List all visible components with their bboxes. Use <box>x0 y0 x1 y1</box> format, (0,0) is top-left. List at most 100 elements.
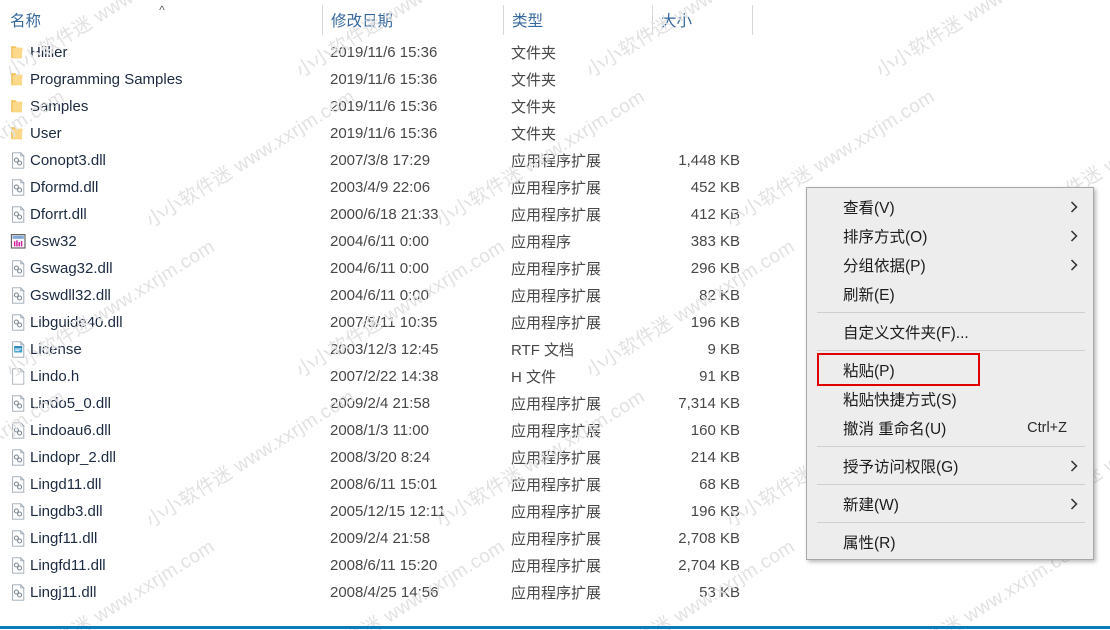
file-size <box>600 66 748 93</box>
menu-item[interactable]: 分组依据(P) <box>807 250 1093 279</box>
file-size: 296 KB <box>690 260 740 277</box>
column-divider[interactable] <box>322 5 323 35</box>
file-size: 1,448 KB <box>678 152 740 169</box>
file-date-modified: 2019/11/6 15:36 <box>330 98 438 115</box>
table-row[interactable]: Hillier 2019/11/6 15:36 文件夹 <box>0 39 760 66</box>
file-size: 196 KB <box>690 503 740 520</box>
table-row[interactable]: Lindo.h 2007/2/22 14:38 H 文件 91 KB <box>0 363 760 390</box>
file-name: Lingd11.dll <box>30 476 102 493</box>
file-size: 452 KB <box>690 179 740 196</box>
file-size: 9 KB <box>707 341 740 358</box>
file-date-modified: 2004/6/11 0:00 <box>330 287 429 304</box>
column-divider[interactable] <box>752 5 753 35</box>
table-row[interactable]: Samples 2019/11/6 15:36 文件夹 <box>0 93 760 120</box>
file-date-modified: 2007/3/8 17:29 <box>330 152 431 169</box>
menu-item-label: 新建(W) <box>843 496 899 514</box>
menu-item-label: 刷新(E) <box>843 286 895 304</box>
file-size: 214 KB <box>690 449 740 466</box>
table-row[interactable]: User 2019/11/6 15:36 文件夹 <box>0 120 760 147</box>
sort-ascending-caret-icon: ^ <box>159 3 165 17</box>
table-row[interactable]: Lingd11.dll 2008/6/11 15:01 应用程序扩展 68 KB <box>0 471 760 498</box>
file-name: Conopt3.dll <box>30 152 106 169</box>
menu-item-label: 粘贴(P) <box>843 362 895 380</box>
menu-item-label: 属性(R) <box>843 534 896 552</box>
table-row[interactable]: Lingdb3.dll 2005/12/15 12:11 应用程序扩展 196 KB <box>0 498 760 525</box>
file-date-modified: 2008/6/11 15:01 <box>330 476 438 493</box>
file-size: 2,708 KB <box>678 530 740 547</box>
column-header-date-modified[interactable]: 修改日期 <box>331 0 496 39</box>
column-header-name[interactable]: 名称 <box>10 0 155 39</box>
dll-icon <box>9 313 28 332</box>
menu-item[interactable]: 刷新(E) <box>807 279 1093 308</box>
table-row[interactable]: Lindo5_0.dll 2009/2/4 21:58 应用程序扩展 7,314 KB <box>0 390 760 417</box>
menu-item[interactable]: 新建(W) <box>807 489 1093 518</box>
column-header-size[interactable]: 大小 <box>661 0 746 39</box>
table-row[interactable]: Dformd.dll 2003/4/9 22:06 应用程序扩展 452 KB <box>0 174 760 201</box>
file-date-modified: 2003/12/3 12:45 <box>330 341 439 358</box>
menu-item[interactable]: 排序方式(O) <box>807 221 1093 250</box>
table-row[interactable]: Dforrt.dll 2000/6/18 21:33 应用程序扩展 412 KB <box>0 201 760 228</box>
context-menu[interactable]: 查看(V) 排序方式(O) 分组依据(P) 刷新(E) 自定义文件夹(F)... 粘贴(P… <box>806 187 1094 560</box>
menu-item[interactable]: 粘贴快捷方式(S) <box>807 384 1093 413</box>
file-name: User <box>30 125 62 142</box>
menu-item[interactable]: 撤消 重命名(U) Ctrl+Z <box>807 413 1093 442</box>
menu-item[interactable]: 自定义文件夹(F)... <box>807 317 1093 346</box>
bottom-accent-rule <box>0 626 1110 629</box>
table-row[interactable]: Programming Samples 2019/11/6 15:36 文件夹 <box>0 66 760 93</box>
folder-icon <box>9 97 28 116</box>
file-name: Programming Samples <box>30 71 183 88</box>
chevron-right-icon <box>1069 229 1079 243</box>
file-name: Gswag32.dll <box>30 260 113 277</box>
menu-item[interactable]: 查看(V) <box>807 192 1093 221</box>
file-size: 82 KB <box>699 287 740 304</box>
file-name: Libguide40.dll <box>30 314 123 331</box>
file-size <box>600 120 748 147</box>
chevron-right-icon <box>1069 200 1079 214</box>
column-header-type[interactable]: 类型 <box>512 0 647 39</box>
application-icon <box>9 232 28 251</box>
table-row[interactable]: Lingj11.dll 2008/4/25 14:56 应用程序扩展 53 KB <box>0 579 760 606</box>
dll-icon <box>9 178 28 197</box>
file-name: Samples <box>30 98 89 115</box>
table-row[interactable]: Conopt3.dll 2007/3/8 17:29 应用程序扩展 1,448 KB <box>0 147 760 174</box>
table-row[interactable]: Lingfd11.dll 2008/6/11 15:20 应用程序扩展 2,704 K… <box>0 552 760 579</box>
dll-icon <box>9 259 28 278</box>
table-row[interactable]: Gswag32.dll 2004/6/11 0:00 应用程序扩展 296 KB <box>0 255 760 282</box>
file-name: Lindo.h <box>30 368 80 385</box>
column-divider[interactable] <box>503 5 504 35</box>
dll-icon <box>9 151 28 170</box>
file-size: 7,314 KB <box>678 395 740 412</box>
dll-icon <box>9 421 28 440</box>
file-name: Dformd.dll <box>30 179 99 196</box>
menu-item[interactable]: 授予访问权限(G) <box>807 451 1093 480</box>
menu-item-label: 粘贴快捷方式(S) <box>843 391 957 409</box>
file-date-modified: 2019/11/6 15:36 <box>330 71 438 88</box>
file-date-modified: 2003/4/9 22:06 <box>330 179 431 196</box>
file-size <box>600 93 748 120</box>
file-size: 160 KB <box>690 422 740 439</box>
blank-file-icon <box>9 367 28 386</box>
menu-separator <box>817 484 1085 485</box>
file-date-modified: 2019/11/6 15:36 <box>330 125 438 142</box>
file-size <box>600 39 748 66</box>
table-row[interactable]: Libguide40.dll 2007/5/11 10:35 应用程序扩展 196 K… <box>0 309 760 336</box>
table-row[interactable]: Lindoau6.dll 2008/1/3 11:00 应用程序扩展 160 KB <box>0 417 760 444</box>
dll-icon <box>9 394 28 413</box>
chevron-right-icon <box>1069 459 1079 473</box>
file-name: Lindopr_2.dll <box>30 449 116 466</box>
table-row[interactable]: Lindopr_2.dll 2008/3/20 8:24 应用程序扩展 214 KB <box>0 444 760 471</box>
dll-icon <box>9 529 28 548</box>
menu-item[interactable]: 粘贴(P) <box>807 355 1093 384</box>
table-row[interactable]: Lingf11.dll 2009/2/4 21:58 应用程序扩展 2,708 KB <box>0 525 760 552</box>
table-row[interactable]: Gsw32 2004/6/11 0:00 应用程序 383 KB <box>0 228 760 255</box>
dll-icon <box>9 583 28 602</box>
table-row[interactable]: License 2003/12/3 12:45 RTF 文档 9 KB <box>0 336 760 363</box>
menu-item-label: 分组依据(P) <box>843 257 926 275</box>
file-name: Lingfd11.dll <box>30 557 106 574</box>
table-row[interactable]: Gswdll32.dll 2004/6/11 0:00 应用程序扩展 82 KB <box>0 282 760 309</box>
file-date-modified: 2000/6/18 21:33 <box>330 206 439 223</box>
menu-separator <box>817 312 1085 313</box>
file-name: Lingj11.dll <box>30 584 97 601</box>
column-divider[interactable] <box>652 5 653 35</box>
menu-item[interactable]: 属性(R) <box>807 527 1093 556</box>
